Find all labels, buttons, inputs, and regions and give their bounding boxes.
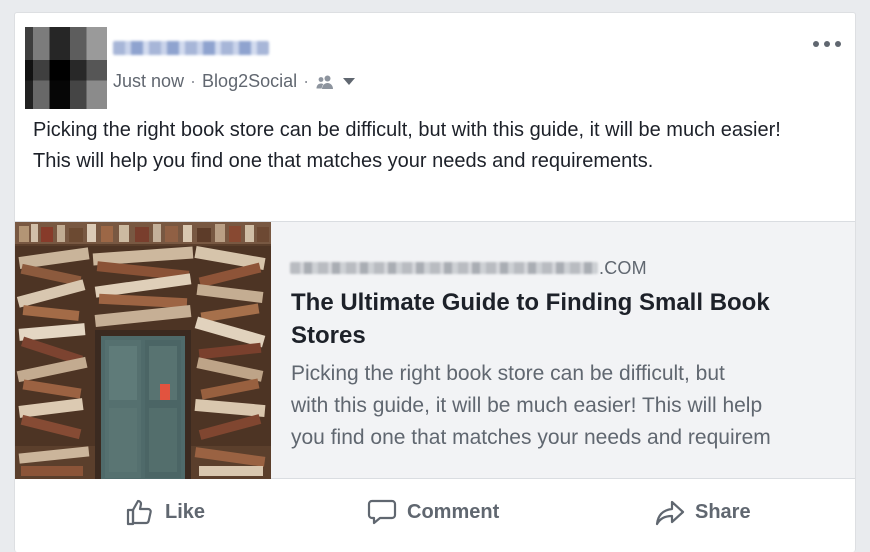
share-arrow-icon: [655, 500, 685, 526]
comment-label: Comment: [407, 500, 500, 523]
more-dot: [824, 41, 830, 47]
share-label: Share: [695, 500, 751, 523]
link-domain: .COM: [599, 258, 647, 278]
post-card: Just now · Blog2Social · Picking the rig…: [14, 12, 856, 552]
author-name-blurred[interactable]: [113, 41, 269, 55]
friends-icon[interactable]: [315, 74, 335, 90]
app-name[interactable]: Blog2Social: [202, 71, 297, 92]
more-dot: [813, 41, 819, 47]
link-description-line: with this guide, it will be much easier!…: [291, 394, 763, 417]
share-button[interactable]: Share: [655, 495, 751, 529]
post-message: Picking the right book store can be diff…: [33, 119, 781, 172]
comment-button[interactable]: Comment: [367, 495, 499, 529]
link-description: Picking the right book store can be diff…: [291, 358, 843, 454]
like-label: Like: [165, 500, 206, 523]
timestamp[interactable]: Just now: [113, 71, 184, 92]
link-domain-blurred: [290, 262, 598, 274]
thumbs-up-icon: [126, 499, 152, 526]
link-title[interactable]: The Ultimate Guide to Finding Small Book…: [291, 286, 841, 352]
bookshelf-door-image: [15, 222, 271, 479]
post-actions: Like Comment Share: [15, 483, 855, 543]
like-button[interactable]: Like: [125, 495, 205, 529]
more-dot: [835, 41, 841, 47]
meta-separator: ·: [190, 71, 197, 91]
post-meta: Just now · Blog2Social ·: [113, 71, 356, 92]
link-description-line: Picking the right book store can be diff…: [291, 362, 725, 385]
more-icon[interactable]: [813, 39, 841, 49]
link-preview[interactable]: .COM The Ultimate Guide to Finding Small…: [15, 221, 855, 479]
link-thumbnail[interactable]: [15, 222, 271, 479]
chevron-down-icon[interactable]: [343, 78, 356, 85]
speech-bubble-icon: [367, 499, 397, 525]
avatar[interactable]: [25, 27, 107, 109]
link-description-line: you find one that matches your needs and…: [291, 426, 771, 449]
meta-separator-2: ·: [303, 71, 310, 91]
